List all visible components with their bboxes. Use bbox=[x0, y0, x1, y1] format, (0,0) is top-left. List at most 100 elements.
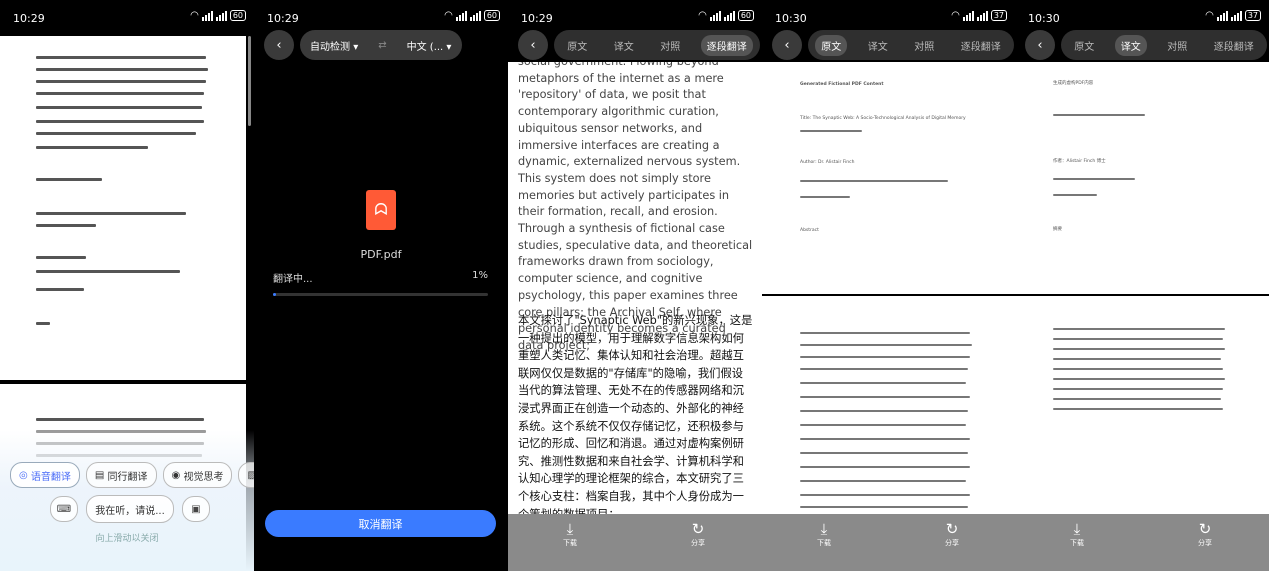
back-button[interactable]: ‹ bbox=[264, 30, 294, 60]
share-icon: ↻ bbox=[945, 520, 959, 538]
status-time: 10:29 bbox=[13, 12, 45, 25]
wifi-icon: ◠ bbox=[698, 10, 707, 21]
chip-voice-translate[interactable]: ◎ 语音翻译 bbox=[10, 462, 80, 488]
tab-compare[interactable]: 对照 bbox=[1161, 35, 1193, 56]
signal-icon-2 bbox=[976, 10, 988, 21]
wifi-icon: ◠ bbox=[951, 10, 960, 21]
tab-original[interactable]: 原文 bbox=[815, 34, 848, 56]
translate-navbar: ‹ 自动检测 ▾ ⇄ 中文 (... ▾ bbox=[264, 30, 498, 60]
battery-icon: 37 bbox=[990, 10, 1007, 21]
download-button[interactable]: ⤓ 下载 bbox=[540, 520, 600, 548]
tab-translation[interactable]: 译文 bbox=[862, 35, 894, 56]
camera-button[interactable]: ▣ bbox=[182, 496, 210, 522]
pdf-file-icon: ᗣ bbox=[366, 190, 396, 230]
status-icons: ◠ 60 bbox=[444, 10, 500, 21]
tab-compare[interactable]: 对照 bbox=[654, 35, 686, 56]
download-icon: ⤓ bbox=[1073, 520, 1081, 538]
progress-bar bbox=[273, 293, 488, 296]
doc-title: Title: The Synaptic Web: A Socio-Technol… bbox=[800, 116, 966, 121]
source-language-select[interactable]: 自动检测 ▾ bbox=[310, 38, 358, 53]
signal-icon bbox=[1216, 10, 1228, 21]
translate-icon: ◎ bbox=[19, 469, 31, 481]
translated-page-1[interactable]: 生成的虚构PDF内容 作者：Alistair Finch 博士 摘要 bbox=[1015, 62, 1269, 294]
chip-peer-translate[interactable]: ▤ 同行翻译 bbox=[85, 462, 157, 488]
chevron-down-icon: ▾ bbox=[353, 41, 359, 53]
chip-xiaoyi[interactable]: ▨ 小艺 bbox=[238, 462, 254, 488]
battery-icon: 60 bbox=[737, 10, 754, 21]
listening-indicator[interactable]: 我在听，请说... bbox=[86, 495, 174, 523]
chevron-left-icon: ‹ bbox=[1037, 37, 1043, 53]
chevron-left-icon: ‹ bbox=[530, 37, 536, 53]
view-tabbar: ‹ 原文 译文 对照 逐段翻译 bbox=[1025, 30, 1267, 60]
tab-original[interactable]: 原文 bbox=[1068, 35, 1100, 56]
doc-abstract-label: Abstract bbox=[800, 228, 819, 233]
scrollbar[interactable] bbox=[248, 36, 251, 126]
signal-icon bbox=[962, 10, 974, 21]
battery-icon: 37 bbox=[1244, 10, 1261, 21]
status-time: 10:30 bbox=[1028, 12, 1060, 25]
original-page-2[interactable] bbox=[762, 296, 1015, 514]
wifi-icon: ◠ bbox=[444, 10, 453, 21]
translated-page-2[interactable] bbox=[1015, 296, 1269, 514]
swap-icon[interactable]: ⇄ bbox=[378, 40, 386, 51]
chip-visual-thinking[interactable]: ◉ 视觉思考 bbox=[162, 462, 233, 488]
doc-author-translated: 作者：Alistair Finch 博士 bbox=[1053, 159, 1106, 164]
back-button[interactable]: ‹ bbox=[518, 30, 548, 60]
progress-percent: 1% bbox=[472, 270, 488, 281]
share-button[interactable]: ↻ 分享 bbox=[1175, 520, 1235, 548]
back-button[interactable]: ‹ bbox=[1025, 30, 1055, 60]
tab-translation[interactable]: 译文 bbox=[1114, 34, 1147, 56]
view-tabs: 原文 译文 对照 逐段翻译 bbox=[808, 30, 1014, 60]
panel-translating: 10:29 ◠ 60 ‹ 自动检测 ▾ ⇄ 中文 (... ▾ ᗣ PDF.pd… bbox=[254, 0, 508, 571]
tab-compare[interactable]: 对照 bbox=[908, 35, 940, 56]
share-icon: ↻ bbox=[691, 520, 705, 538]
file-name: PDF.pdf bbox=[360, 248, 402, 261]
target-language-select[interactable]: 中文 (... ▾ bbox=[407, 38, 452, 53]
english-paragraph: social government. Flowing beyond metaph… bbox=[518, 62, 753, 352]
language-selector: 自动检测 ▾ ⇄ 中文 (... ▾ bbox=[300, 30, 462, 60]
swipe-hint: 向上滑动以关闭 bbox=[95, 534, 159, 544]
tab-paragraph[interactable]: 逐段翻译 bbox=[700, 34, 753, 56]
document-page-1[interactable] bbox=[0, 36, 246, 380]
status-time: 10:29 bbox=[521, 12, 553, 25]
voice-bar: ⌨ 我在听，请说... ▣ bbox=[50, 495, 210, 523]
signal-icon-2 bbox=[215, 10, 227, 21]
battery-icon: 60 bbox=[483, 10, 500, 21]
signal-icon-2 bbox=[1230, 10, 1242, 21]
tab-original[interactable]: 原文 bbox=[561, 35, 593, 56]
status-time: 10:30 bbox=[775, 12, 807, 25]
battery-icon: 60 bbox=[229, 10, 246, 21]
share-button[interactable]: ↻ 分享 bbox=[922, 520, 982, 548]
download-button[interactable]: ⤓ 下载 bbox=[794, 520, 854, 548]
share-icon: ↻ bbox=[1198, 520, 1212, 538]
reading-area[interactable]: social government. Flowing beyond metaph… bbox=[508, 62, 762, 514]
original-page-1[interactable]: Generated Fictional PDF Content Title: T… bbox=[762, 62, 1015, 294]
signal-icon bbox=[201, 10, 213, 21]
progress-label: 翻译中... bbox=[273, 274, 313, 285]
wifi-icon: ◠ bbox=[190, 10, 199, 21]
chevron-left-icon: ‹ bbox=[784, 37, 790, 53]
signal-icon-2 bbox=[723, 10, 735, 21]
panel-voice-assistant: 10:29 ◠ 60 ◎ 语音翻译 ▤ 同行翻译 ◉ 视觉思考 ▨ ⌨ 我在听，… bbox=[0, 0, 254, 571]
back-button[interactable]: ‹ bbox=[772, 30, 802, 60]
share-button[interactable]: ↻ 分享 bbox=[668, 520, 728, 548]
document-icon: ▤ bbox=[94, 469, 108, 481]
doc-heading: Generated Fictional PDF Content bbox=[800, 82, 884, 87]
signal-icon bbox=[455, 10, 467, 21]
signal-icon-2 bbox=[469, 10, 481, 21]
status-icons: ◠ 37 bbox=[951, 10, 1007, 21]
tab-paragraph[interactable]: 逐段翻译 bbox=[1208, 35, 1260, 56]
keyboard-icon: ⌨ bbox=[56, 503, 72, 515]
chevron-down-icon: ▾ bbox=[446, 41, 452, 53]
tab-translation[interactable]: 译文 bbox=[608, 35, 640, 56]
keyboard-button[interactable]: ⌨ bbox=[50, 496, 78, 522]
download-button[interactable]: ⤓ 下载 bbox=[1047, 520, 1107, 548]
eye-icon: ◉ bbox=[171, 469, 184, 481]
tab-paragraph[interactable]: 逐段翻译 bbox=[955, 35, 1007, 56]
bottom-action-bar: ⤓ 下载 ↻ 分享 bbox=[508, 514, 762, 571]
doc-author: Author: Dr. Alistair Finch bbox=[800, 160, 855, 165]
doc-heading-translated: 生成的虚构PDF内容 bbox=[1053, 81, 1094, 86]
cancel-translation-button[interactable]: 取消翻译 bbox=[265, 510, 496, 537]
wifi-icon: ◠ bbox=[1205, 10, 1214, 21]
view-tabs: 原文 译文 对照 逐段翻译 bbox=[554, 30, 760, 60]
